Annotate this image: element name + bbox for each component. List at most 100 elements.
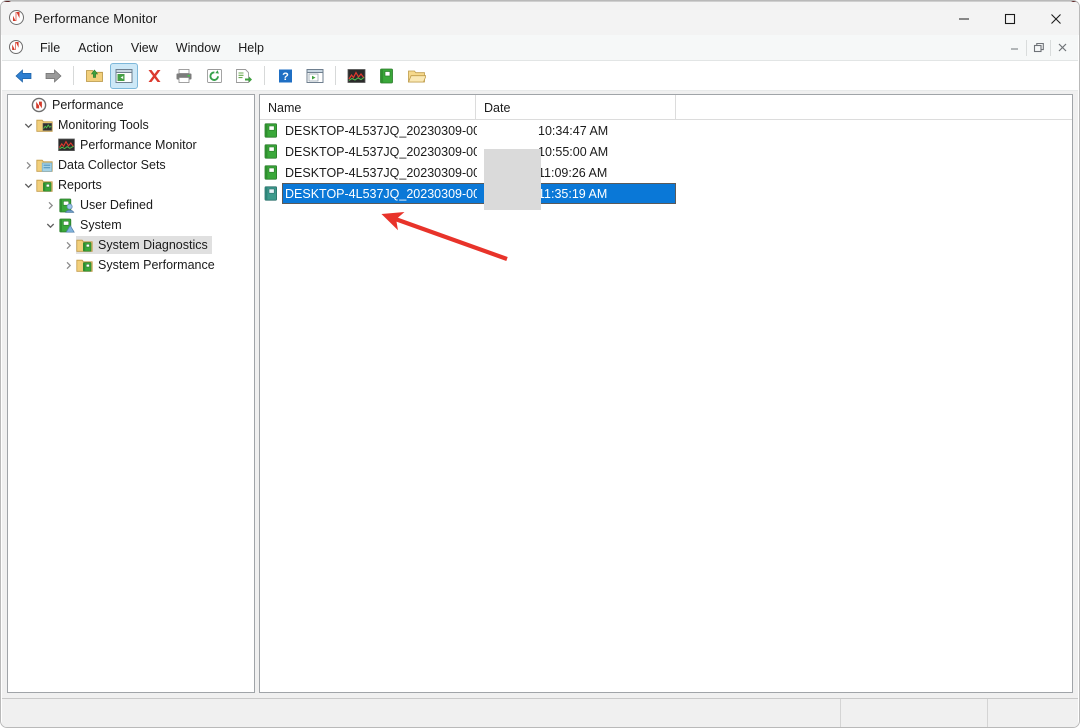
status-bar-message [2,699,841,727]
reports-list-pane[interactable]: Name Date DESKTOP-4L537JQ_20230309-00... [259,94,1073,693]
chevron-down-icon[interactable] [42,217,58,233]
performance-monitor-window: Performance Monitor File Action View Win… [0,0,1080,728]
mdi-minimize-button[interactable] [1003,37,1026,59]
tree-item-user-defined[interactable]: User Defined [8,195,254,215]
tree-item-label: Performance [52,98,124,112]
reports-list-body: DESKTOP-4L537JQ_20230309-00... 10:34:47 … [260,120,1072,210]
menu-help[interactable]: Help [229,37,273,59]
toolbar: ? [2,61,1078,91]
svg-text:?: ? [282,71,289,83]
menu-file[interactable]: File [31,37,69,59]
report-green-icon [264,185,280,202]
window-title: Performance Monitor [34,11,158,26]
export-list-icon[interactable] [230,63,258,89]
tree-item-label: Performance Monitor [80,138,197,152]
table-row[interactable]: DESKTOP-4L537JQ_20230309-00... 11:35:19 … [260,183,1072,204]
tree-item-label: User Defined [80,198,153,212]
tree-item-label: Reports [58,178,102,192]
folder-report-icon [76,237,93,253]
cell-time-value: 10:55:00 AM [538,144,609,159]
chevron-down-icon[interactable] [20,177,36,193]
tree-item-label: System Performance [98,258,215,272]
toolbar-separator-2 [264,66,265,85]
performance-monitor-icon [9,9,27,28]
date-redaction-block [484,149,541,210]
report-green-icon [264,122,280,139]
tree-item-label: System [80,218,122,232]
menu-view[interactable]: View [122,37,167,59]
console-tree-pane[interactable]: Performance Monitoring Tools Performance… [7,94,255,693]
tree-item-performance[interactable]: Performance [8,95,254,115]
chevron-right-icon[interactable] [60,257,76,273]
tree-item-monitoring-tools[interactable]: Monitoring Tools [8,115,254,135]
report-green-icon [264,164,280,181]
status-bar [2,698,1078,727]
back-arrow-icon[interactable] [9,63,37,89]
status-bar-pane-3 [988,699,1078,727]
folder-open-icon[interactable] [402,63,430,89]
menu-bar: File Action View Window Help [2,35,1078,61]
performance-graph-icon[interactable] [342,63,370,89]
printer-icon[interactable] [170,63,198,89]
column-header-name[interactable]: Name [260,95,476,120]
list-column-headers: Name Date [260,95,1072,120]
chevron-right-icon[interactable] [42,197,58,213]
table-row[interactable]: DESKTOP-4L537JQ_20230309-00... 10:55:00 … [260,141,1072,162]
tree-item-performance-monitor[interactable]: Performance Monitor [8,135,254,155]
status-bar-pane-2 [841,699,988,727]
menu-window[interactable]: Window [167,37,229,59]
report-green-icon [264,143,280,160]
toolbar-separator-3 [335,66,336,85]
tree-item-selection: System Diagnostics [76,236,212,254]
tree-item-label: System Diagnostics [98,238,208,252]
cell-report-date: 10:34:47 AM [477,123,697,139]
help-question-icon[interactable]: ? [271,63,299,89]
tree-item-data-collector-sets[interactable]: Data Collector Sets [8,155,254,175]
tree-item-reports[interactable]: Reports [8,175,254,195]
cell-time-value: 11:35:19 AM [538,186,608,201]
mdi-restore-button[interactable] [1027,37,1050,59]
column-header-date[interactable]: Date [476,95,676,120]
maximize-button[interactable] [987,2,1033,35]
cell-report-name: DESKTOP-4L537JQ_20230309-00... [285,165,477,180]
folder-report-icon [36,177,53,193]
show-hide-console-tree-icon[interactable] [110,62,138,89]
new-window-icon[interactable] [301,63,329,89]
performance-monitor-icon [30,97,47,113]
cell-time-value: 10:34:47 AM [538,123,609,138]
toolbar-separator-1 [73,66,74,85]
up-folder-icon[interactable] [80,63,108,89]
chevron-right-icon[interactable] [20,157,36,173]
report-green-icon[interactable] [372,63,400,89]
table-row[interactable]: DESKTOP-4L537JQ_20230309-00... 10:34:47 … [260,120,1072,141]
delete-red-x-icon[interactable] [140,63,168,89]
close-button[interactable] [1033,2,1079,35]
tree-item-label: Monitoring Tools [58,118,149,132]
minimize-button[interactable] [941,2,987,35]
folder-monitor-icon [36,117,53,133]
console-content-area: Performance Monitoring Tools Performance… [2,91,1078,698]
folder-report-icon [76,257,93,273]
chevron-down-icon[interactable] [20,117,36,133]
system-reports-icon [58,217,75,233]
cell-date-value [477,123,538,139]
tree-item-system-performance[interactable]: System Performance [8,255,254,275]
cell-time-value: 11:09:26 AM [538,165,608,180]
tree-item-system-diagnostics[interactable]: System Diagnostics [8,235,254,255]
folder-datacollector-icon [36,157,53,173]
window-titlebar[interactable]: Performance Monitor [1,2,1079,35]
user-defined-icon [58,197,75,213]
column-header-filler [676,95,1072,120]
cell-report-name: DESKTOP-4L537JQ_20230309-00... [285,144,477,159]
chevron-right-icon[interactable] [60,237,76,253]
menu-action[interactable]: Action [69,37,122,59]
window-controls [941,2,1079,35]
mdi-window-controls [1003,35,1078,61]
mdi-close-button[interactable] [1051,37,1074,59]
forward-arrow-icon[interactable] [39,63,67,89]
table-row[interactable]: DESKTOP-4L537JQ_20230309-00... 11:09:26 … [260,162,1072,183]
tree-item-system[interactable]: System [8,215,254,235]
refresh-icon[interactable] [200,63,228,89]
system-menu-icon[interactable] [9,39,25,56]
cell-report-name: DESKTOP-4L537JQ_20230309-00... [285,123,477,138]
